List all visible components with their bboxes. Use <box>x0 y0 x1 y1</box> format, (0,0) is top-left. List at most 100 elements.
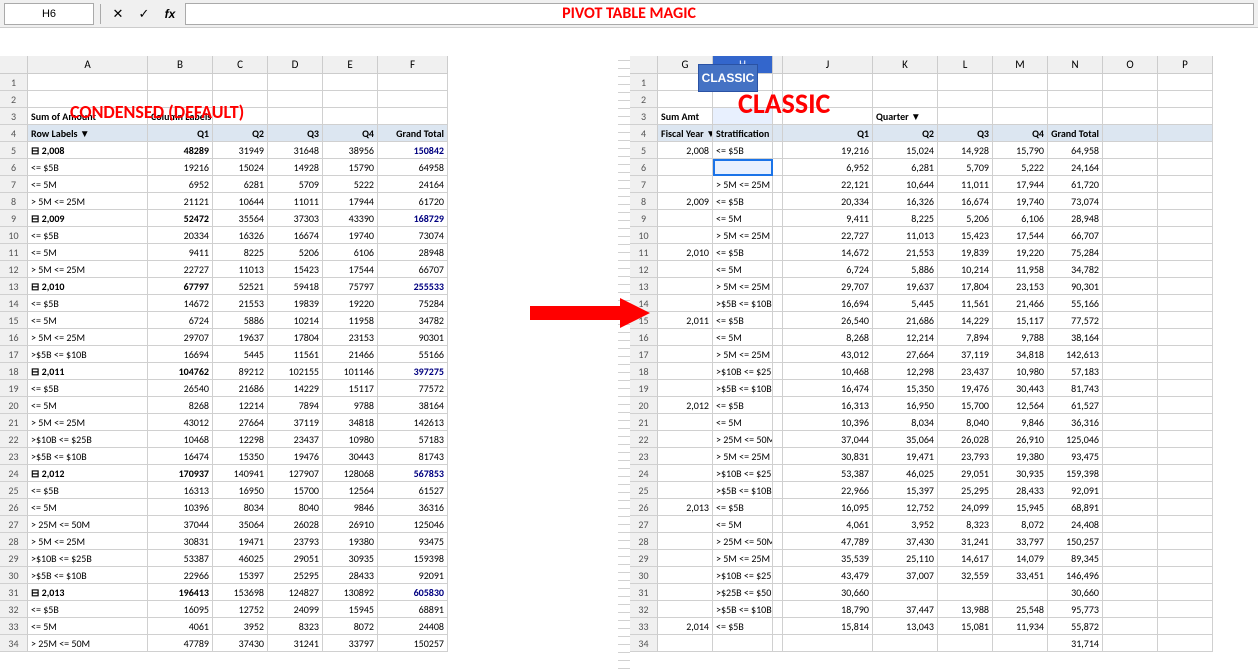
row-number: 14 <box>0 295 28 312</box>
table-row: 23> 5M <= 25M30,83119,47123,79319,38093,… <box>630 448 1258 465</box>
row-number: 26 <box>630 499 658 516</box>
row-number: 34 <box>630 635 658 652</box>
table-row: 12<= 5M6,7245,88610,21411,95834,782 <box>630 261 1258 278</box>
row-number: 11 <box>0 244 28 261</box>
right-pivot-table: G H J K L M N O P 123Sum AmtQuarter ▼4Fi… <box>630 56 1258 652</box>
table-row: 3Sum AmtQuarter ▼ <box>630 108 1258 125</box>
table-row: 19 <= $5B2654021686142291511777572 <box>0 380 630 397</box>
cancel-formula-btn[interactable]: ✕ <box>107 3 129 25</box>
table-row: 33 <= 5M406139528323807224408 <box>0 618 630 635</box>
col-header-i[interactable] <box>773 56 783 74</box>
col-header-b[interactable]: B <box>148 56 213 74</box>
row-number: 6 <box>630 159 658 176</box>
table-row: 21<= 5M10,3968,0348,0409,84636,316 <box>630 414 1258 431</box>
table-row: 30 >$5B <= $10B2296615397252952843392091 <box>0 567 630 584</box>
table-row: 4Fiscal Year ▼Stratification ▼Q1Q2Q3Q4Gr… <box>630 125 1258 142</box>
table-row: 66,9526,2815,7095,22224,164 <box>630 159 1258 176</box>
table-row: 8 > 5M <= 25M2112110644110111794461720 <box>0 193 630 210</box>
table-row: 34 > 25M <= 50M4778937430312413379715025… <box>0 635 630 652</box>
col-header-m[interactable]: M <box>993 56 1048 74</box>
table-row: 13> 5M <= 25M29,70719,63717,80423,15390,… <box>630 278 1258 295</box>
row-number: 1 <box>630 74 658 91</box>
col-header-p[interactable]: P <box>1158 56 1213 74</box>
row-number: 20 <box>630 397 658 414</box>
table-row: 30>$10B <= $25B43,47937,00732,55933,4511… <box>630 567 1258 584</box>
insert-function-btn[interactable]: fx <box>159 3 181 25</box>
table-row: 18>$10B <= $25B10,46812,29823,43710,9805… <box>630 363 1258 380</box>
table-row: 18⊟ 2,01110476289212102155101146397275 <box>0 363 630 380</box>
corner-cell <box>0 56 28 74</box>
row-number: 4 <box>0 125 28 142</box>
table-row: 112,010<= $5B14,67221,55319,83919,22075,… <box>630 244 1258 261</box>
table-row: 12 > 5M <= 25M2272711013154231754466707 <box>0 261 630 278</box>
row-number: 11 <box>630 244 658 261</box>
row-number: 18 <box>0 363 28 380</box>
table-row: 20 <= 5M8268122147894978838164 <box>0 397 630 414</box>
row-number: 5 <box>0 142 28 159</box>
row-number: 22 <box>630 431 658 448</box>
row-number: 23 <box>0 448 28 465</box>
row-number: 8 <box>630 193 658 210</box>
table-row: 7> 5M <= 25M22,12110,64411,01117,94461,7… <box>630 176 1258 193</box>
formula-input[interactable] <box>185 3 1254 25</box>
formula-bar-container: ✕ ✓ fx PIVOT TABLE MAGIC <box>0 0 1258 28</box>
table-row: 202,012<= $5B16,31316,95015,70012,56461,… <box>630 397 1258 414</box>
row-number: 6 <box>0 159 28 176</box>
col-header-n[interactable]: N <box>1048 56 1103 74</box>
row-number: 12 <box>630 261 658 278</box>
row-number: 13 <box>630 278 658 295</box>
table-row: 17> 5M <= 25M43,01227,66437,11934,818142… <box>630 346 1258 363</box>
col-header-f[interactable]: F <box>378 56 448 74</box>
row-number: 10 <box>630 227 658 244</box>
row-number: 10 <box>0 227 28 244</box>
table-row: 22> 25M <= 50M37,04435,06426,02826,91012… <box>630 431 1258 448</box>
col-header-e[interactable]: E <box>323 56 378 74</box>
row-number: 24 <box>0 465 28 482</box>
col-header-k[interactable]: K <box>873 56 938 74</box>
row-number: 13 <box>0 278 28 295</box>
table-row: 152,011<= $5B26,54021,68614,22915,11777,… <box>630 312 1258 329</box>
divider <box>100 4 101 24</box>
col-header-l[interactable]: L <box>938 56 993 74</box>
col-header-d[interactable]: D <box>268 56 323 74</box>
col-header-o[interactable]: O <box>1103 56 1158 74</box>
table-row: 27<= 5M4,0613,9528,3238,07224,408 <box>630 516 1258 533</box>
left-data-rows: 5⊟ 2,008482893194931648389561508426 <= $… <box>0 142 630 652</box>
row-number: 21 <box>0 414 28 431</box>
row-number: 29 <box>0 550 28 567</box>
col-header-c[interactable]: C <box>213 56 268 74</box>
table-row: 1 <box>0 74 630 91</box>
table-row: 29> 5M <= 25M35,53925,11014,61714,07989,… <box>630 550 1258 567</box>
table-row: 2 <box>630 91 1258 108</box>
table-row: 24>$10B <= $25B53,38746,02529,05130,9351… <box>630 465 1258 482</box>
row-number: 32 <box>0 601 28 618</box>
classic-button[interactable]: CLASSIC <box>698 64 758 92</box>
row-number: 18 <box>630 363 658 380</box>
table-row: 26 <= 5M1039680348040984636316 <box>0 499 630 516</box>
table-row: 25 <= $5B1631316950157001256461527 <box>0 482 630 499</box>
table-row: 14 <= $5B1467221553198391922075284 <box>0 295 630 312</box>
table-row: 24⊟ 2,012170937140941127907128068567853 <box>0 465 630 482</box>
table-row: 25>$5B <= $10B22,96615,39725,29528,43392… <box>630 482 1258 499</box>
table-row: 17 >$5B <= $10B166945445115612146655166 <box>0 346 630 363</box>
row-number: 30 <box>630 567 658 584</box>
table-row: 32>$5B <= $10B18,79037,44713,98825,54895… <box>630 601 1258 618</box>
table-row: 3Sum of AmountColumn Labels ▼ <box>0 108 630 125</box>
row-number: 29 <box>630 550 658 567</box>
confirm-formula-btn[interactable]: ✓ <box>133 3 155 25</box>
row-number: 3 <box>0 108 28 125</box>
name-box[interactable] <box>4 3 94 25</box>
table-row: 32 <= $5B1609512752240991594568891 <box>0 601 630 618</box>
row-number: 1 <box>0 74 28 91</box>
table-row: 22 >$10B <= $25B104681229823437109805718… <box>0 431 630 448</box>
table-row: 10 <= $5B2033416326166741974073074 <box>0 227 630 244</box>
left-header-rows: 123Sum of AmountColumn Labels ▼4Row Labe… <box>0 74 630 142</box>
col-header-j[interactable]: J <box>783 56 873 74</box>
col-header-a[interactable]: A <box>28 56 148 74</box>
table-row: 4Row Labels ▼Q1Q2Q3Q4Grand Total <box>0 125 630 142</box>
table-row: 332,014<= $5B15,81413,04315,08111,93455,… <box>630 618 1258 635</box>
table-row: 16<= 5M8,26812,2147,8949,78838,164 <box>630 329 1258 346</box>
row-number: 2 <box>630 91 658 108</box>
row-number: 22 <box>0 431 28 448</box>
row-number: 3 <box>630 108 658 125</box>
